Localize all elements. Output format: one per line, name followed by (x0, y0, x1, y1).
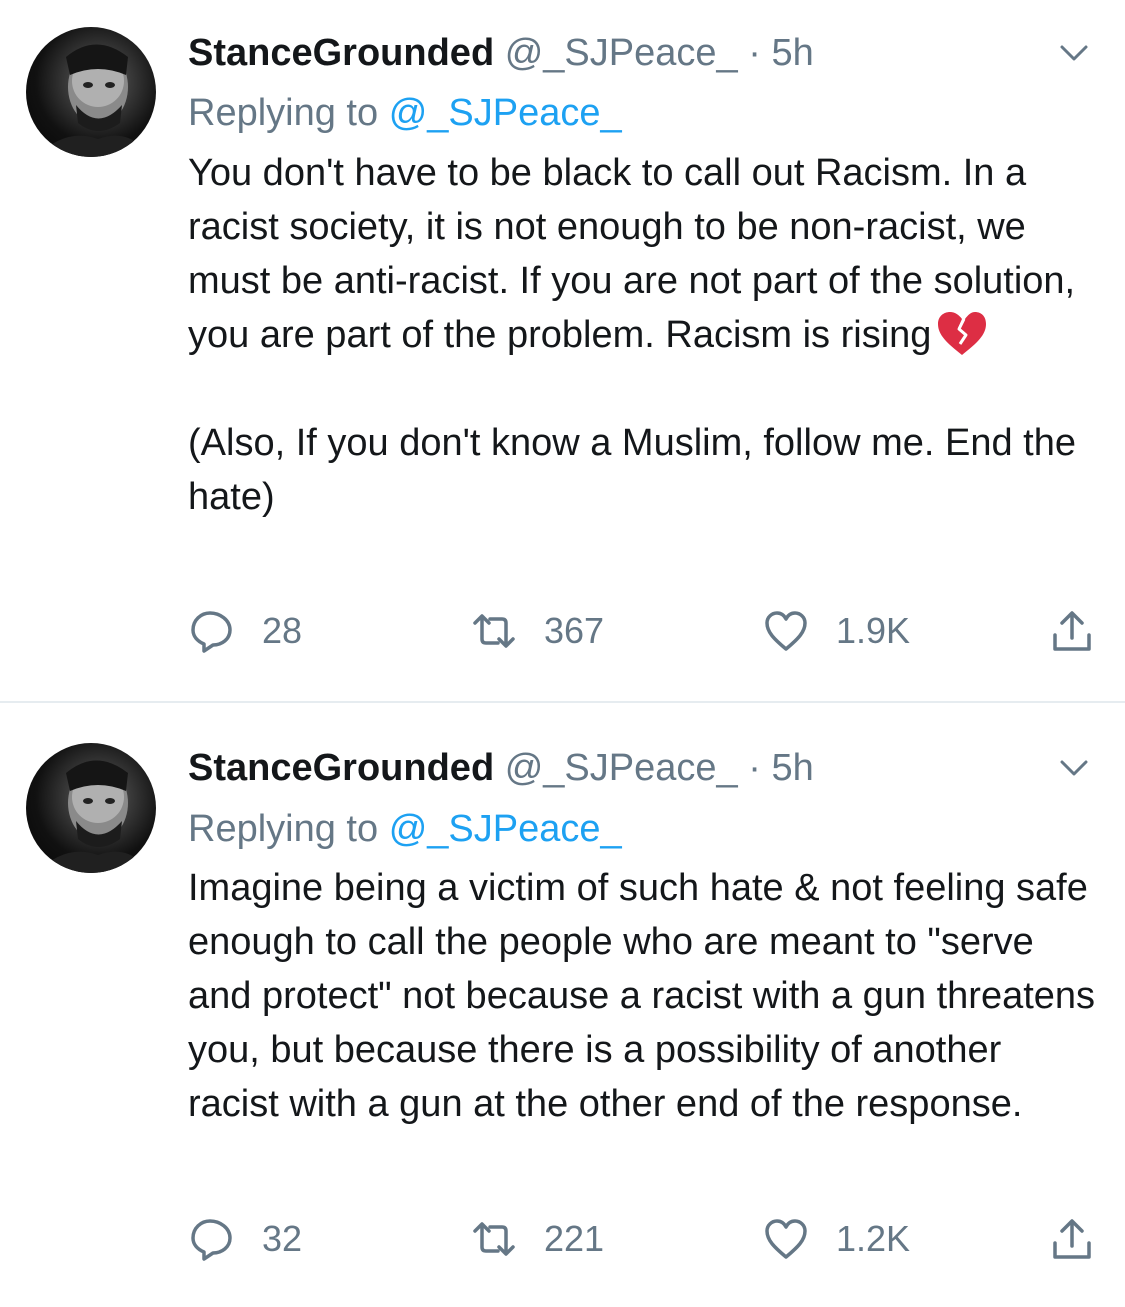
mention-link[interactable]: @_SJPeace_ (389, 808, 622, 850)
mention-link[interactable]: @_SJPeace_ (389, 92, 622, 134)
heart-icon (765, 611, 807, 651)
like-count: 1.9K (836, 610, 911, 651)
avatar[interactable] (26, 743, 156, 873)
avatar[interactable] (26, 27, 156, 157)
broken-heart-icon (938, 312, 987, 355)
separator: · (748, 32, 761, 74)
tweet-text: Imagine being a victim of such hate & no… (188, 867, 1106, 1125)
display-name[interactable]: StanceGrounded (188, 32, 494, 74)
heart-icon (765, 1219, 807, 1259)
handle[interactable]: @_SJPeace_ (505, 32, 738, 74)
reply-button[interactable]: 32 (190, 1209, 302, 1269)
replying-prefix: Replying to (188, 808, 379, 850)
reply-button[interactable]: 28 (190, 601, 302, 661)
handle[interactable]: @_SJPeace_ (505, 747, 738, 789)
chevron-down-icon[interactable] (1052, 746, 1096, 790)
display-name[interactable]: StanceGrounded (188, 747, 494, 789)
share-button[interactable] (1050, 601, 1094, 661)
chevron-down-icon[interactable] (1052, 31, 1096, 75)
retweet-button[interactable]: 367 (472, 601, 604, 661)
tweet-actions: 28 367 1.9K (0, 601, 1125, 661)
like-button[interactable]: 1.9K (764, 601, 910, 661)
avatar-photo (36, 44, 150, 157)
timestamp[interactable]: 5h (771, 32, 813, 74)
avatar-photo (36, 760, 150, 873)
retweet-icon (473, 1222, 515, 1256)
tweet[interactable]: StanceGrounded @_SJPeace_ · 5h Replying … (0, 0, 1125, 701)
tweet-text-secondary: (Also, If you don't know a Muslim, follo… (188, 422, 1087, 518)
tweet-text: You don't have to be black to call out R… (188, 146, 1098, 524)
share-icon (1053, 611, 1091, 651)
retweet-icon (473, 614, 515, 648)
timestamp[interactable]: 5h (771, 747, 813, 789)
retweet-count: 367 (544, 610, 605, 651)
tweet-header: StanceGrounded @_SJPeace_ · 5h (188, 28, 814, 78)
share-button[interactable] (1050, 1209, 1094, 1269)
reply-count: 28 (262, 610, 303, 651)
tweet-actions: 32 221 1.2K (0, 1209, 1125, 1269)
retweet-button[interactable]: 221 (472, 1209, 604, 1269)
replying-to: Replying to @_SJPeace_ (188, 805, 622, 853)
replying-prefix: Replying to (188, 92, 379, 134)
like-button[interactable]: 1.2K (764, 1209, 910, 1269)
reply-icon (191, 611, 232, 653)
like-count: 1.2K (836, 1218, 911, 1259)
reply-count: 32 (262, 1218, 303, 1259)
replying-to: Replying to @_SJPeace_ (188, 89, 622, 137)
separator: · (748, 747, 761, 789)
share-icon (1053, 1219, 1091, 1259)
retweet-count: 221 (544, 1218, 605, 1259)
reply-icon (191, 1219, 232, 1261)
tweet[interactable]: StanceGrounded @_SJPeace_ · 5h Replying … (0, 701, 1125, 1307)
tweet-header: StanceGrounded @_SJPeace_ · 5h (188, 743, 814, 793)
